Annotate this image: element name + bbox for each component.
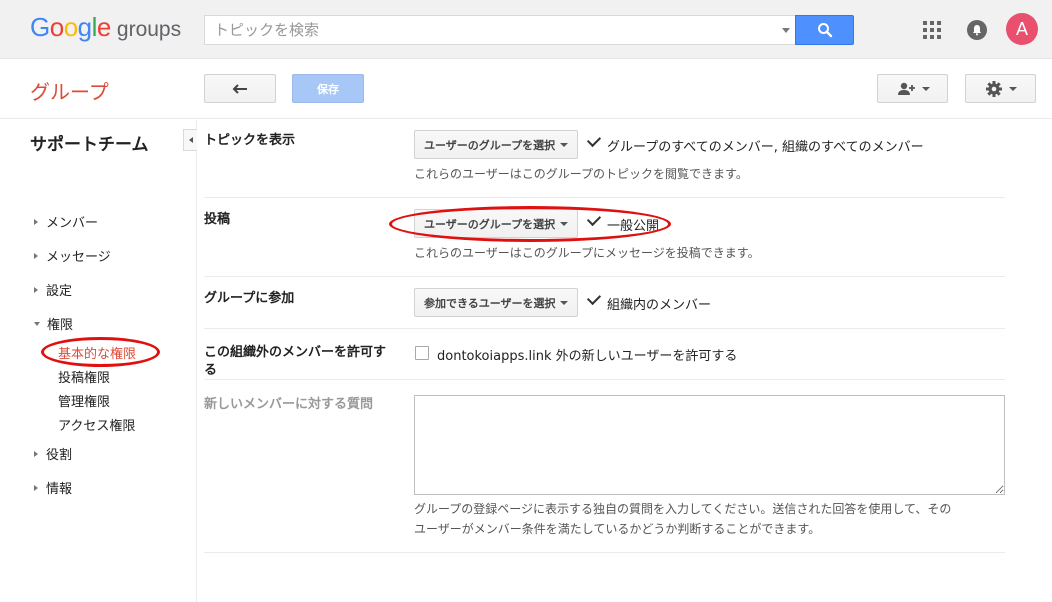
question-label: 新しいメンバーに対する質問 [204,397,374,412]
save-button[interactable]: 保存 [292,74,364,103]
gear-icon [985,80,1002,97]
annotation-circle [41,337,160,367]
label-line: る [204,363,218,378]
logo-letter: g [77,12,92,42]
sidebar: サポートチーム メンバー メッセージ 設定 権限 基本的な権限 投稿権限 管理権… [0,120,197,602]
allow-external-checkbox[interactable] [415,346,429,360]
sidebar-item-label: 設定 [46,284,73,299]
expand-arrow-icon [34,252,38,259]
sidebar-item-roles[interactable]: 役割 [34,444,72,463]
sidebar-item-information[interactable]: 情報 [34,478,72,497]
post-label: 投稿 [204,212,231,227]
sidebar-item-label: メッセージ [46,250,111,265]
logo-letter: e [96,12,111,42]
google-groups-logo[interactable]: Google groups [30,12,181,43]
description-line: グループの登録ページに表示する独自の質問を入力してください。送信された回答を使用… [414,502,952,516]
logo-letter: G [30,12,50,42]
chevron-down-icon [921,86,930,91]
add-user-icon [897,82,915,95]
chevron-down-icon [1008,86,1017,91]
external-members-label: この組織外のメンバーを許可す る [204,344,386,380]
sidebar-item-messages[interactable]: メッセージ [34,246,111,265]
chevron-left-icon [188,137,193,143]
search-button[interactable] [795,15,854,45]
notifications-bell-icon[interactable] [967,20,987,40]
collapse-arrow-icon [34,321,40,326]
view-topics-description: これらのユーザーはこのグループのトピックを閲覧できます。 [414,167,748,181]
divider [204,379,1005,380]
sidebar-item-label: 情報 [46,482,73,497]
allow-external-checkbox-label[interactable]: dontokoiapps.link 外の新しいユーザーを許可する [437,345,737,364]
sidebar-item-permissions[interactable]: 権限 [34,314,73,333]
annotation-circle [389,206,671,242]
chevron-down-icon [560,143,568,147]
toolbar: グループ 保存 [0,59,1052,119]
view-topics-selected: グループのすべてのメンバー, 組織のすべてのメンバー [607,140,924,155]
join-dropdown[interactable]: 参加できるユーザーを選択 [414,288,578,317]
description-line: ユーザーがメンバー条件を満たしているかどうか判断することができます。 [414,522,821,536]
search-box [204,15,796,45]
expand-arrow-icon [34,450,38,457]
check-icon [586,132,602,148]
sidebar-item-members[interactable]: メンバー [34,212,98,231]
page-brand[interactable]: グループ [30,76,109,105]
divider [204,197,1005,198]
view-topics-label: トピックを表示 [204,133,296,148]
search-options-caret-icon[interactable] [782,28,790,33]
divider [204,276,1005,277]
back-button[interactable] [204,74,276,103]
sidebar-subitem-posting-permissions[interactable]: 投稿権限 [58,367,110,386]
search-icon [817,23,832,38]
top-bar: Googlegroups A [0,0,1052,59]
apps-grid-icon[interactable] [923,21,941,39]
manage-members-button[interactable] [877,74,948,103]
expand-arrow-icon [34,286,38,293]
sidebar-item-label: 権限 [47,318,74,333]
divider [204,552,1005,553]
chevron-down-icon [560,301,568,305]
sidebar-subitem-moderation-permissions[interactable]: 管理権限 [58,391,110,410]
divider [204,328,1005,329]
join-selected: 組織内のメンバー [607,298,712,313]
expand-arrow-icon [34,218,38,225]
logo-letter: o [49,12,64,42]
view-topics-dropdown[interactable]: ユーザーのグループを選択 [414,130,578,159]
avatar[interactable]: A [1006,13,1038,45]
sidebar-item-label: メンバー [46,216,99,231]
group-name: サポートチーム [30,135,149,155]
join-label: グループに参加 [204,291,295,306]
post-description: これらのユーザーはこのグループにメッセージを投稿できます。 [414,246,760,260]
dropdown-label: 参加できるユーザーを選択 [424,296,556,310]
back-arrow-icon [232,83,247,94]
settings-button[interactable] [965,74,1036,103]
logo-letter: o [63,12,78,42]
question-textarea[interactable] [414,395,1005,495]
bell-glyph-icon [973,25,981,36]
dropdown-label: ユーザーのグループを選択 [424,138,556,152]
logo-suffix: groups [116,18,182,41]
search-input[interactable] [205,16,765,44]
sidebar-item-label: 役割 [46,448,73,463]
check-icon [586,290,602,306]
question-description: グループの登録ページに表示する独自の質問を入力してください。送信された回答を使用… [414,499,951,539]
label-line: この組織外のメンバーを許可す [204,345,387,360]
sidebar-subitem-access-permissions[interactable]: アクセス権限 [58,415,135,434]
collapse-sidebar-button[interactable] [183,129,197,151]
sidebar-item-settings[interactable]: 設定 [34,280,72,299]
expand-arrow-icon [34,484,38,491]
